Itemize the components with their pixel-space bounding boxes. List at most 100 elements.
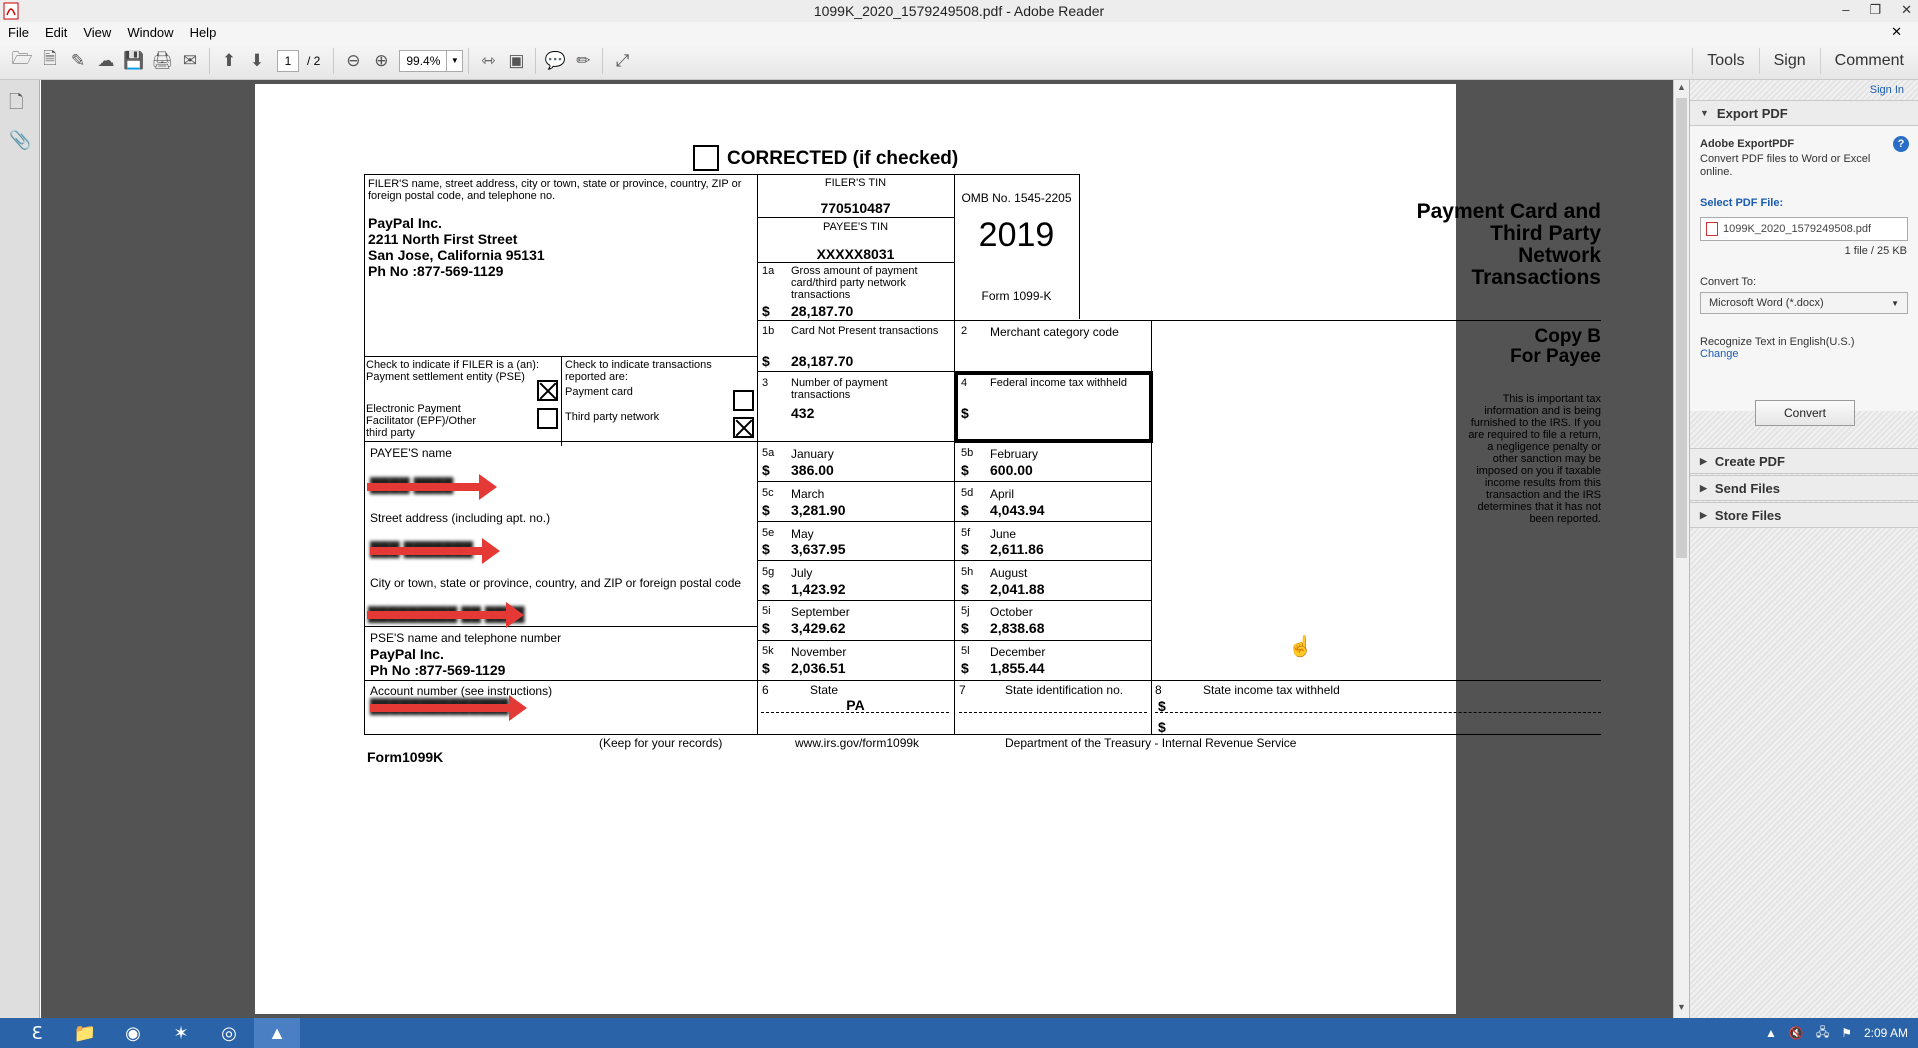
cloud-upload-icon[interactable]: ☁ [92, 46, 120, 76]
third-party-checkbox-checked[interactable] [733, 417, 754, 438]
menu-help[interactable]: Help [182, 25, 225, 40]
tools-tab[interactable]: Tools [1692, 48, 1758, 74]
clock[interactable]: 2:09 AM [1864, 1026, 1908, 1040]
pse-phone: Ph No :877-569-1129 [370, 662, 506, 678]
payee-name-label: PAYEE'S name [370, 446, 452, 460]
attachments-icon[interactable]: 📎 [9, 130, 31, 151]
zoom-in-icon[interactable]: ⊕ [367, 46, 395, 76]
box-number: 5b [961, 447, 974, 459]
filer-name: PayPal Inc. [368, 215, 442, 231]
flag-icon[interactable]: ⚑ [1841, 1026, 1852, 1040]
page-thumbnails-icon[interactable]: 🗋 [9, 90, 23, 120]
month-value: 3,429.62 [791, 620, 846, 636]
app-icon[interactable]: ✶ [158, 1018, 204, 1048]
box3-value: 432 [791, 405, 815, 421]
box8-number: 8 [1155, 683, 1162, 697]
month-label: March [791, 487, 825, 501]
restore-icon[interactable]: ❐ [1869, 2, 1881, 18]
selected-file-field[interactable]: 1099K_2020_1579249508.pdf [1700, 217, 1908, 241]
scroll-down-icon[interactable]: ▼ [1677, 1002, 1686, 1012]
adobe-reader-taskbar-icon[interactable]: ▲ [254, 1018, 300, 1048]
check-transactions-label: Check to indicate transactions reported … [565, 359, 712, 383]
dollar-sign: $ [1158, 719, 1166, 735]
box-number: 5f [961, 527, 971, 539]
email-icon[interactable]: ✉ [176, 46, 204, 76]
highlight-icon[interactable]: ✏ [569, 46, 597, 76]
print-icon[interactable]: 🖨 [148, 46, 176, 76]
box4-label: Federal income tax withheld [990, 377, 1127, 389]
close-icon[interactable]: ✕ [1901, 2, 1912, 18]
close-document-icon[interactable]: ✕ [1883, 24, 1910, 40]
toolbar-divider [468, 47, 470, 74]
copy-b-heading: Copy B For Payee [1510, 326, 1601, 367]
zoom-out-icon[interactable]: ⊖ [339, 46, 367, 76]
epf-checkbox[interactable] [537, 408, 558, 429]
comment-icon[interactable]: 💬 [541, 46, 569, 76]
page-number-input[interactable]: 1 [277, 49, 299, 72]
chevron-down-icon: ▼ [1891, 298, 1899, 308]
corrected-checkbox[interactable] [693, 145, 719, 171]
firefox-icon[interactable]: ◉ [110, 1018, 156, 1048]
internet-explorer-icon[interactable]: ℇ [14, 1018, 60, 1048]
fit-page-icon[interactable]: ▣ [502, 46, 530, 76]
export-pdf-header[interactable]: ▼ Export PDF [1690, 100, 1918, 126]
menu-edit[interactable]: Edit [37, 25, 75, 40]
vertical-scrollbar[interactable]: ▲ ▼ [1673, 80, 1689, 1018]
window-title: 1099K_2020_1579249508.pdf - Adobe Reader [813, 3, 1105, 19]
menu-view[interactable]: View [75, 25, 119, 40]
file-explorer-icon[interactable]: 📁 [62, 1018, 108, 1048]
pse-checkbox-checked[interactable] [537, 380, 558, 401]
box3-number: 3 [762, 377, 769, 389]
menu-window[interactable]: Window [119, 25, 181, 40]
dollar-sign: $ [762, 541, 770, 557]
convert-to-select[interactable]: Microsoft Word (*.docx) ▼ [1700, 292, 1908, 314]
toolbar-divider [209, 47, 210, 74]
fullscreen-icon[interactable]: ⤢ [608, 46, 636, 76]
create-pdf-header[interactable]: ▶ Create PDF [1690, 448, 1918, 474]
next-page-icon[interactable]: ⬇ [243, 46, 271, 76]
box-number: 5j [961, 605, 970, 617]
corrected-label: CORRECTED (if checked) [727, 148, 959, 169]
scroll-up-icon[interactable]: ▲ [1677, 82, 1686, 92]
month-label: June [990, 527, 1017, 541]
filer-city: San Jose, California 95131 [368, 247, 545, 263]
month-value: 1,423.92 [791, 581, 846, 597]
box1b-label: Card Not Present transactions [791, 325, 939, 337]
payment-card-checkbox[interactable] [733, 390, 754, 411]
minimize-icon[interactable]: – [1842, 2, 1849, 18]
box2-number: 2 [961, 325, 968, 337]
store-files-header[interactable]: ▶ Store Files [1690, 502, 1918, 528]
create-pdf-icon[interactable]: 🗎 [36, 46, 64, 76]
send-files-header[interactable]: ▶ Send Files [1690, 475, 1918, 501]
payee-tin-label: PAYEE'S TIN [822, 221, 889, 233]
previous-page-icon[interactable]: ⬆ [215, 46, 243, 76]
sign-in-link[interactable]: Sign In [1870, 84, 1904, 96]
expand-triangle-icon: ▶ [1700, 482, 1707, 493]
box1b-value: 28,187.70 [791, 353, 854, 369]
dollar-sign: $ [961, 660, 969, 676]
save-icon[interactable]: 💾 [120, 46, 148, 76]
epf-label: Electronic Payment Facilitator (EPF)/Oth… [366, 403, 477, 439]
chevron-down-icon[interactable]: ▼ [446, 50, 462, 71]
edit-icon[interactable]: ✎ [64, 46, 92, 76]
pse-name-label: PSE'S name and telephone number [370, 631, 562, 645]
scrollbar-thumb[interactable] [1676, 98, 1687, 558]
menu-file[interactable]: File [0, 25, 37, 40]
box6-number: 6 [762, 683, 769, 697]
sign-tab[interactable]: Sign [1758, 48, 1820, 74]
month-label: July [791, 566, 813, 580]
zoom-select[interactable]: 99.4% ▼ [399, 49, 464, 72]
comment-tab[interactable]: Comment [1819, 48, 1918, 74]
adobe-exportpdf-title: Adobe ExportPDF [1700, 138, 1795, 150]
fit-width-icon[interactable]: ⇿ [474, 46, 502, 76]
open-icon[interactable]: 🗁 [8, 46, 36, 76]
convert-button[interactable]: Convert [1755, 400, 1855, 426]
footer-form-name: Form1099K [367, 749, 444, 765]
help-icon[interactable]: ? [1893, 136, 1909, 152]
chrome-icon[interactable]: ◎ [206, 1018, 252, 1048]
volume-icon[interactable]: 🔇 [1789, 1026, 1804, 1040]
network-icon[interactable]: 🖧 [1816, 1023, 1829, 1044]
change-link[interactable]: Change [1700, 348, 1739, 360]
street-address-label: Street address (including apt. no.) [370, 511, 551, 525]
tray-arrow-icon[interactable]: ▲ [1765, 1026, 1777, 1040]
